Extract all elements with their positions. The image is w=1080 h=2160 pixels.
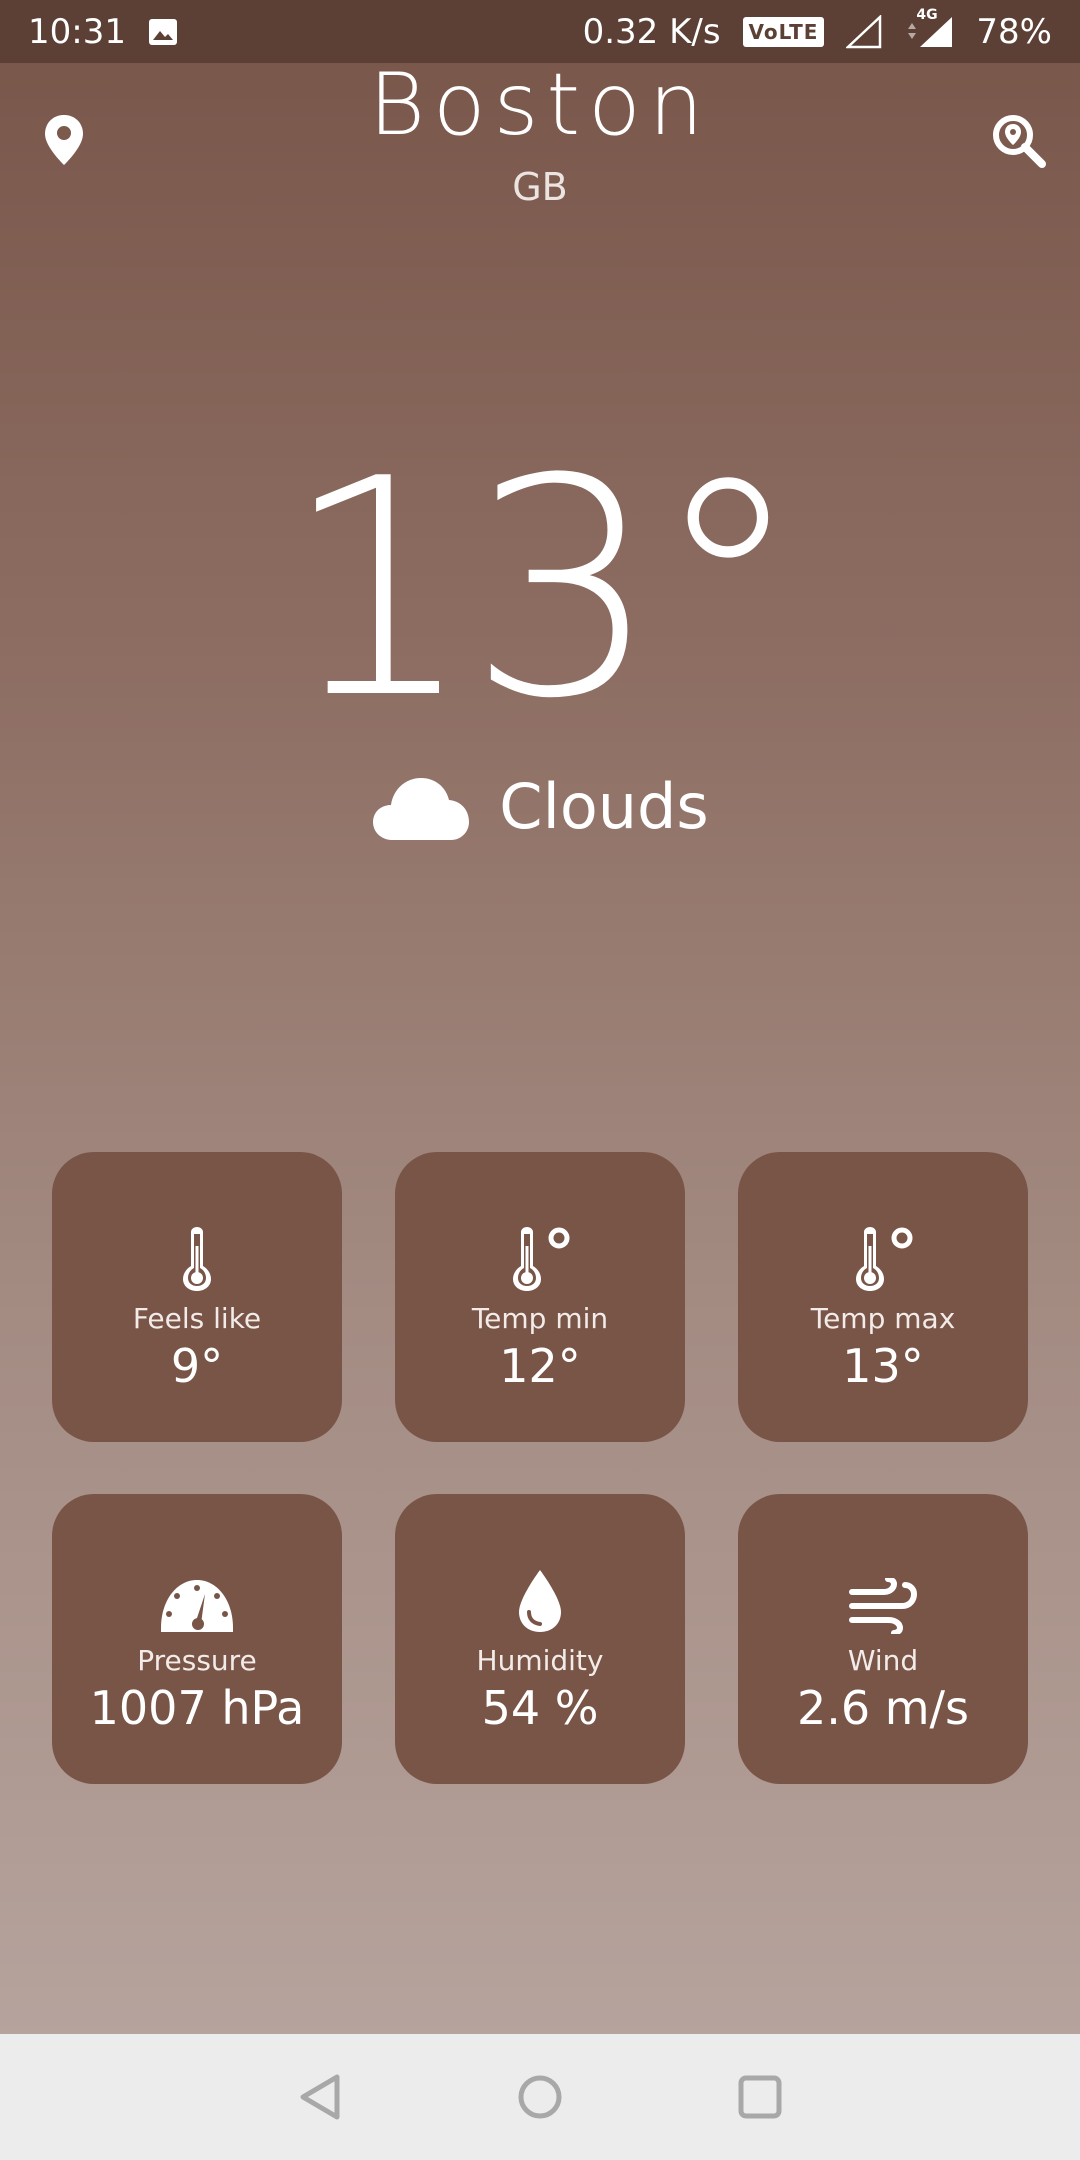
- card-value: 2.6 m/s: [796, 1680, 970, 1735]
- weather-condition: Clouds: [0, 770, 1080, 843]
- card-label: Feels like: [132, 1301, 262, 1335]
- status-bar: 10:31 0.32 K/s VoLTE 4G 78%: [0, 0, 1080, 63]
- back-button[interactable]: [285, 2062, 355, 2132]
- card-label: Wind: [847, 1643, 919, 1677]
- water-drop-icon: [519, 1569, 561, 1632]
- thermometer-icon: [183, 1226, 211, 1291]
- card-label: Temp max: [810, 1301, 956, 1335]
- current-temperature-block: 13°: [0, 440, 1080, 740]
- city-name: Boston: [368, 55, 712, 155]
- network-speed: 0.32 K/s: [582, 11, 721, 52]
- feels-like-card: Feels like 9°: [52, 1152, 342, 1442]
- temp-min-card: Temp min 12°: [395, 1152, 685, 1442]
- pressure-card: Pressure 1007 hPa: [52, 1494, 342, 1784]
- weather-details-grid: Feels like 9° Temp min 12° Temp max 13° …: [52, 1152, 1028, 1784]
- back-triangle-icon: [300, 2074, 340, 2120]
- gauge-icon: [161, 1579, 233, 1632]
- current-temperature: 13°: [283, 415, 803, 764]
- status-time: 10:31: [28, 11, 126, 52]
- volte-badge: VoLTE: [742, 16, 825, 47]
- card-label: Temp min: [471, 1301, 609, 1335]
- signal-4g-icon: 4G: [904, 7, 954, 49]
- home-circle-icon: [518, 2075, 562, 2119]
- card-label: Pressure: [137, 1643, 257, 1677]
- weather-screen: 10:31 0.32 K/s VoLTE 4G 78% Boston GB 13…: [0, 0, 1080, 2160]
- system-navigation-bar: [0, 2034, 1080, 2160]
- card-value: 9°: [170, 1338, 224, 1393]
- recents-square-icon: [738, 2075, 782, 2119]
- temp-max-card: Temp max 13°: [738, 1152, 1028, 1442]
- cloud-icon: [373, 777, 470, 840]
- search-location-icon: [993, 115, 1046, 168]
- country-code: GB: [512, 165, 568, 209]
- thermometer-degree-icon: [856, 1226, 913, 1291]
- wind-icon: [849, 1577, 918, 1634]
- card-value: 12°: [499, 1338, 581, 1393]
- recents-button[interactable]: [725, 2062, 795, 2132]
- status-left: 10:31: [28, 12, 178, 52]
- signal-outline-icon: [846, 14, 882, 49]
- wind-card: Wind 2.6 m/s: [738, 1494, 1028, 1784]
- thermometer-degree-icon: [513, 1226, 570, 1291]
- gallery-notification-icon: [148, 18, 178, 46]
- status-right: 0.32 K/s VoLTE 4G 78%: [582, 7, 1052, 52]
- home-button[interactable]: [505, 2062, 575, 2132]
- humidity-card: Humidity 54 %: [395, 1494, 685, 1784]
- card-value: 54 %: [481, 1680, 599, 1735]
- search-location-button[interactable]: [988, 108, 1048, 172]
- card-value: 1007 hPa: [89, 1680, 305, 1735]
- network-type-label: 4G: [916, 6, 938, 23]
- condition-text: Clouds: [499, 770, 709, 843]
- card-label: Humidity: [476, 1643, 604, 1677]
- card-value: 13°: [842, 1338, 924, 1393]
- battery-level: 78%: [976, 11, 1052, 52]
